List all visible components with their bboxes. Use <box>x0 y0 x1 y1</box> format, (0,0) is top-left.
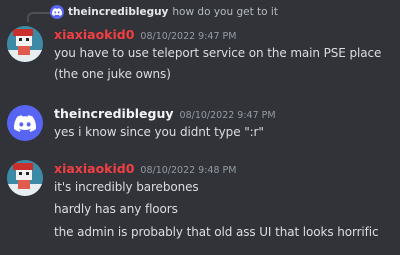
message-header: xiaxiaokid0 08/10/2022 9:48 PM <box>54 161 236 176</box>
reply-username[interactable]: theincredibleguy <box>68 6 168 18</box>
username[interactable]: xiaxiaokid0 <box>54 27 134 42</box>
reply-spine <box>27 12 51 22</box>
message-text: it's incredibly barebones <box>54 180 199 194</box>
username[interactable]: xiaxiaokid0 <box>54 161 134 176</box>
discord-icon <box>14 114 36 132</box>
timestamp: 08/10/2022 9:48 PM <box>140 165 237 176</box>
message-header: xiaxiaokid0 08/10/2022 9:47 PM <box>54 27 236 42</box>
discord-icon <box>50 5 64 19</box>
avatar[interactable] <box>7 160 43 196</box>
avatar[interactable] <box>7 105 43 141</box>
message-text: yes i know since you didnt type ":r" <box>54 125 264 139</box>
message-text: you have to use teleport service on the … <box>54 46 382 60</box>
message-text: (the one juke owns) <box>54 67 171 81</box>
message-text: the admin is probably that old ass UI th… <box>54 225 379 239</box>
avatar[interactable] <box>7 26 43 62</box>
message-header: theincredibleguy 08/10/2022 9:47 PM <box>54 106 276 121</box>
message-text: hardly has any floors <box>54 202 178 216</box>
timestamp: 08/10/2022 9:47 PM <box>179 110 276 121</box>
reply-text[interactable]: how do you get to it <box>172 6 278 18</box>
username[interactable]: theincredibleguy <box>54 106 174 121</box>
reply-context[interactable]: theincredibleguy how do you get to it <box>50 4 278 20</box>
timestamp: 08/10/2022 9:47 PM <box>140 31 237 42</box>
